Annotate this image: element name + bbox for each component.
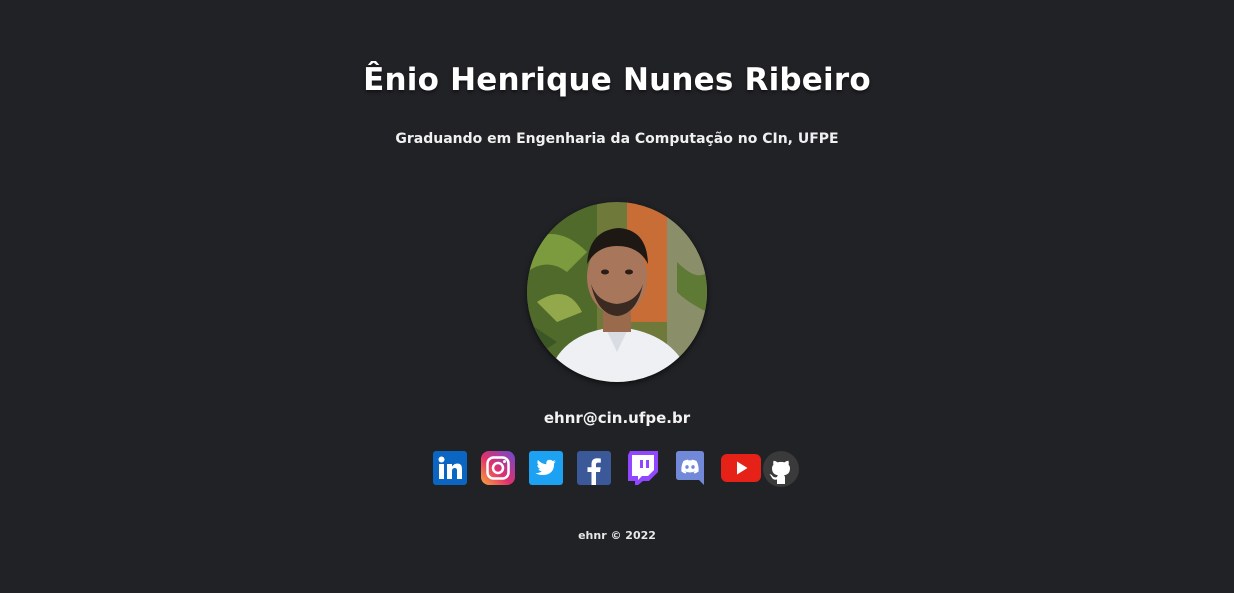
instagram-link[interactable] — [481, 451, 515, 485]
profile-photo — [527, 202, 707, 382]
github-link[interactable] — [763, 451, 799, 487]
twitter-link[interactable] — [529, 451, 563, 485]
footer-copyright: ehnr © 2022 — [578, 529, 656, 542]
discord-link[interactable] — [673, 451, 707, 485]
instagram-icon — [481, 451, 515, 485]
github-icon — [763, 451, 799, 487]
twitter-icon — [529, 451, 563, 485]
facebook-icon — [577, 451, 611, 485]
twitch-link[interactable] — [625, 451, 659, 485]
subtitle: Graduando em Engenharia da Computação no… — [395, 131, 839, 147]
email-link[interactable]: ehnr@cin.ufpe.br — [0, 409, 1234, 427]
page-title: Ênio Henrique Nunes Ribeiro — [363, 62, 871, 98]
linkedin-link[interactable] — [433, 451, 467, 485]
page: Ênio Henrique Nunes Ribeiro Graduando em… — [0, 0, 1234, 593]
facebook-link[interactable] — [577, 451, 611, 485]
discord-icon — [676, 451, 704, 485]
linkedin-icon — [433, 451, 467, 485]
youtube-link[interactable] — [721, 451, 761, 485]
social-links — [433, 451, 799, 487]
avatar — [527, 202, 707, 382]
twitch-icon — [628, 451, 658, 485]
youtube-icon — [721, 454, 761, 482]
